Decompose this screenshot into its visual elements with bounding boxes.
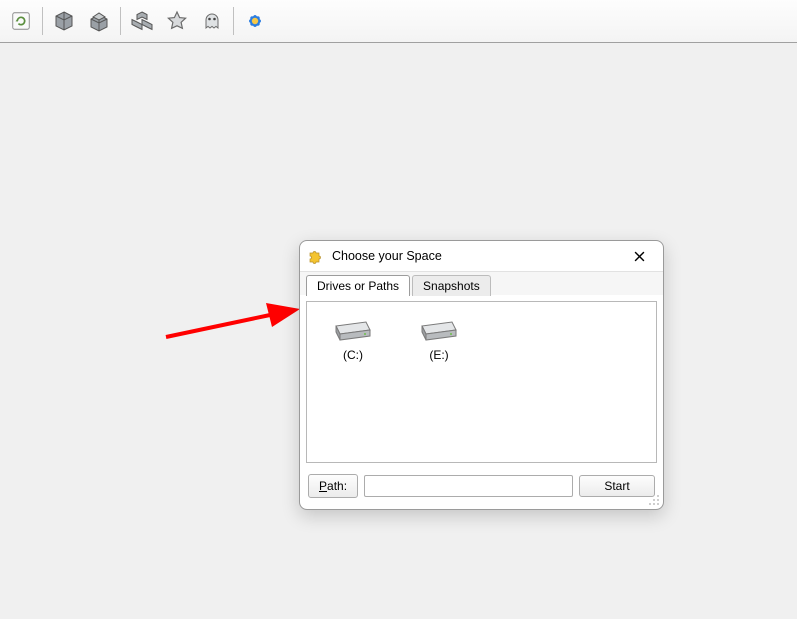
drives-panel: (C:) (E:) bbox=[306, 301, 657, 463]
box-button[interactable] bbox=[47, 4, 81, 38]
hard-drive-icon bbox=[333, 316, 373, 344]
tab-drives[interactable]: Drives or Paths bbox=[306, 275, 410, 296]
tab-snapshots[interactable]: Snapshots bbox=[412, 275, 491, 296]
path-button[interactable]: Path: bbox=[308, 474, 358, 498]
resize-grip-icon[interactable] bbox=[648, 494, 660, 506]
dialog-title: Choose your Space bbox=[332, 249, 615, 263]
cube-icon bbox=[52, 9, 76, 33]
dialog-footer: Path: Start bbox=[300, 469, 663, 509]
settings-button[interactable] bbox=[238, 4, 272, 38]
path-input[interactable] bbox=[364, 475, 573, 497]
hard-drive-icon bbox=[419, 316, 459, 344]
star-icon bbox=[165, 9, 189, 33]
pointer-arrow-icon bbox=[162, 299, 302, 347]
toolbar-separator bbox=[42, 7, 43, 35]
workspace: Choose your Space Drives or Paths Snapsh… bbox=[0, 43, 797, 619]
ghost-icon bbox=[200, 9, 224, 33]
close-icon bbox=[634, 251, 645, 262]
refresh-icon bbox=[10, 10, 32, 32]
puzzle-icon bbox=[308, 248, 324, 264]
toolbar-separator bbox=[233, 7, 234, 35]
drive-label: (C:) bbox=[343, 348, 363, 362]
favorites-button[interactable] bbox=[160, 4, 194, 38]
cubes-icon bbox=[130, 9, 154, 33]
start-button[interactable]: Start bbox=[579, 475, 655, 497]
box-open-button[interactable] bbox=[82, 4, 116, 38]
toolbar-separator bbox=[120, 7, 121, 35]
drive-item-e[interactable]: (E:) bbox=[405, 312, 473, 366]
dialog-titlebar[interactable]: Choose your Space bbox=[300, 241, 663, 271]
drive-label: (E:) bbox=[429, 348, 448, 362]
drive-item-c[interactable]: (C:) bbox=[319, 312, 387, 366]
refresh-button[interactable] bbox=[4, 4, 38, 38]
flower-gear-icon bbox=[243, 9, 267, 33]
close-button[interactable] bbox=[623, 244, 655, 268]
cube-open-icon bbox=[87, 9, 111, 33]
modules-button[interactable] bbox=[125, 4, 159, 38]
main-toolbar bbox=[0, 0, 797, 43]
choose-space-dialog: Choose your Space Drives or Paths Snapsh… bbox=[299, 240, 664, 510]
dialog-tabstrip: Drives or Paths Snapshots bbox=[300, 271, 663, 295]
ghost-button[interactable] bbox=[195, 4, 229, 38]
